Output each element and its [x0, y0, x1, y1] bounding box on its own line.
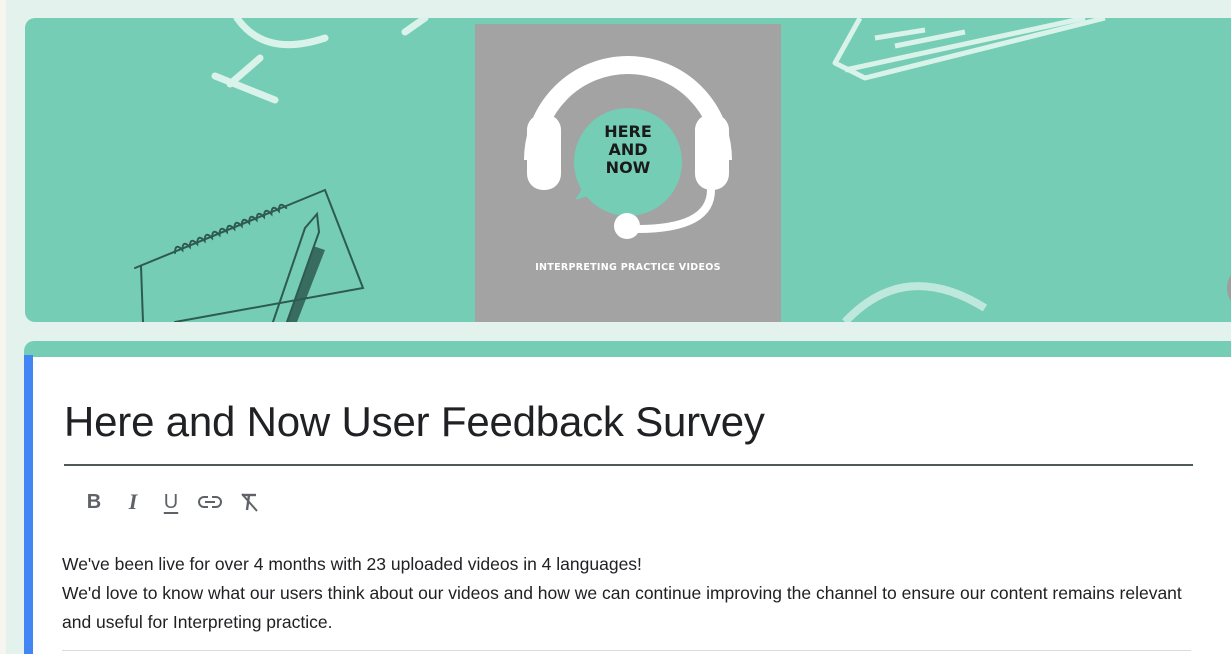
italic-button[interactable]: I: [118, 487, 148, 517]
pen-body: [287, 246, 325, 322]
notebook-doodle: [134, 188, 365, 322]
link-icon: [198, 496, 222, 508]
form-title-input[interactable]: Here and Now User Feedback Survey: [64, 398, 765, 446]
clear-format-button[interactable]: [234, 487, 264, 517]
edge-circle: [1227, 274, 1231, 302]
title-underline: [64, 464, 1193, 466]
underline-button[interactable]: U: [156, 487, 186, 517]
card-focus-accent: [24, 355, 33, 654]
logo-text-line1: HERE: [604, 122, 652, 141]
description-line-2: We'd love to know what our users think a…: [62, 583, 1182, 632]
card-top-stripe: [24, 341, 1231, 357]
channel-logo: HERE AND NOW INTERPRETING PRACTICE VIDEO…: [475, 24, 781, 322]
bold-button[interactable]: B: [79, 487, 109, 517]
link-button[interactable]: [195, 487, 225, 517]
magnifier-doodle: [842, 282, 988, 322]
logo-text-line2: AND: [608, 140, 648, 159]
description-underline: [62, 650, 1191, 651]
logo-text-line3: NOW: [605, 158, 651, 177]
logo-tagline: INTERPRETING PRACTICE VIDEOS: [535, 262, 721, 273]
lamp-doodle: [211, 18, 429, 104]
form-header-card: Here and Now User Feedback Survey B I U …: [24, 341, 1231, 654]
clear-format-icon: [241, 493, 258, 512]
keyboard-doodle: [832, 18, 1106, 81]
form-description-input[interactable]: We've been live for over 4 months with 2…: [62, 550, 1202, 637]
description-line-1: We've been live for over 4 months with 2…: [62, 554, 642, 574]
